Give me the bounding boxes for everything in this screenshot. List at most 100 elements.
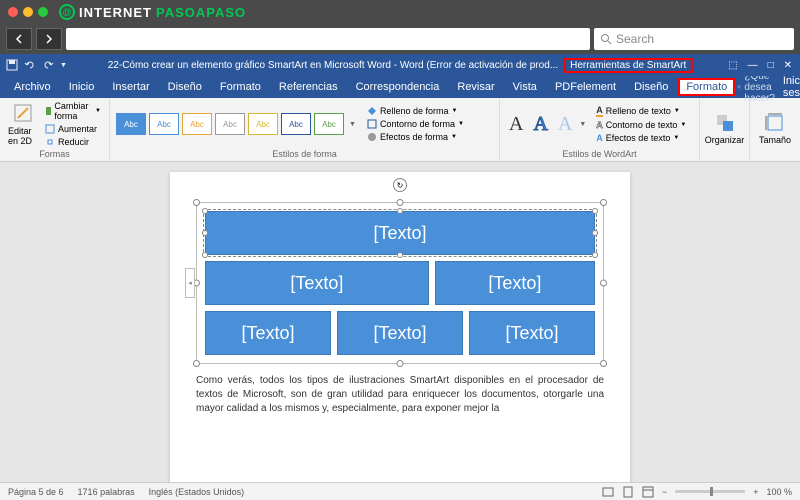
group-estilos-forma-label: Estilos de forma bbox=[116, 148, 493, 159]
shape-outline-button[interactable]: Contorno de forma▼ bbox=[365, 118, 466, 130]
tab-smartart-formato[interactable]: Formato bbox=[678, 78, 735, 96]
zoom-in[interactable]: + bbox=[753, 487, 758, 497]
edit-icon bbox=[12, 102, 34, 124]
tab-diseno[interactable]: Diseño bbox=[160, 78, 210, 96]
change-shape-button[interactable]: Cambiar forma▼ bbox=[43, 100, 103, 122]
shape-style-5[interactable]: Abc bbox=[248, 113, 278, 135]
logo-text-1: INTERNET bbox=[79, 5, 152, 20]
zoom-slider[interactable] bbox=[675, 490, 745, 493]
shape-style-4[interactable]: Abc bbox=[215, 113, 245, 135]
smartart-node-3[interactable]: [Texto] bbox=[435, 261, 595, 305]
shape-style-2[interactable]: Abc bbox=[149, 113, 179, 135]
tab-correspondencia[interactable]: Correspondencia bbox=[348, 78, 448, 96]
shape-style-3[interactable]: Abc bbox=[182, 113, 212, 135]
ribbon: Editar en 2D Cambiar forma▼ Aumentar Red… bbox=[0, 98, 800, 162]
forward-button[interactable] bbox=[36, 28, 62, 50]
arrange-button[interactable]: Organizar bbox=[703, 111, 747, 147]
text-outline-button[interactable]: AContorno de texto▼ bbox=[594, 119, 688, 131]
quick-access-toolbar: ▼ bbox=[0, 59, 73, 71]
print-layout-icon[interactable] bbox=[622, 486, 634, 498]
tab-insertar[interactable]: Insertar bbox=[104, 78, 157, 96]
wordart-style-1[interactable]: A bbox=[506, 113, 526, 136]
selection-handle[interactable] bbox=[397, 360, 404, 367]
arrange-icon bbox=[715, 113, 735, 133]
ribbon-options-icon[interactable]: ⬚ bbox=[728, 60, 737, 71]
smartart-node-2[interactable]: [Texto] bbox=[205, 261, 429, 305]
shape-style-6[interactable]: Abc bbox=[281, 113, 311, 135]
tab-smartart-diseno[interactable]: Diseño bbox=[626, 78, 676, 96]
wordart-style-3[interactable]: A bbox=[555, 113, 575, 136]
language-indicator[interactable]: Inglés (Estados Unidos) bbox=[149, 487, 245, 497]
wordart-more[interactable]: ▼ bbox=[579, 121, 586, 128]
search-placeholder: Search bbox=[616, 32, 654, 46]
sign-in-link[interactable]: Iniciar sesión bbox=[783, 75, 800, 99]
qat-dropdown-icon[interactable]: ▼ bbox=[60, 62, 67, 69]
minimize-icon[interactable]: — bbox=[748, 60, 758, 71]
document-paragraph[interactable]: Como verás, todos los tipos de ilustraci… bbox=[196, 374, 604, 416]
close-icon[interactable]: ✕ bbox=[784, 60, 792, 71]
smartart-node-4[interactable]: [Texto] bbox=[205, 311, 331, 355]
shape-fill-button[interactable]: Relleno de forma▼ bbox=[365, 105, 466, 117]
text-pane-toggle[interactable]: ◂ bbox=[185, 268, 195, 298]
tab-vista[interactable]: Vista bbox=[505, 78, 545, 96]
word-count[interactable]: 1716 palabras bbox=[78, 487, 135, 497]
undo-icon[interactable] bbox=[24, 59, 36, 71]
tab-inicio[interactable]: Inicio bbox=[61, 78, 103, 96]
contextual-tool-label: Herramientas de SmartArt bbox=[564, 58, 692, 73]
web-layout-icon[interactable] bbox=[642, 486, 654, 498]
rotate-handle[interactable]: ↻ bbox=[393, 178, 407, 192]
window-controls: ⬚ — □ ✕ bbox=[720, 60, 800, 71]
shape-effects-button[interactable]: Efectos de forma▼ bbox=[365, 131, 466, 143]
larger-button[interactable]: Aumentar bbox=[43, 123, 103, 135]
browser-titlebar: @ INTERNETPASOAPASO bbox=[0, 0, 800, 24]
shape-style-1[interactable]: Abc bbox=[116, 113, 146, 135]
shape-styles-more[interactable]: ▼ bbox=[347, 119, 358, 130]
page[interactable]: ↻ ◂ [Texto] bbox=[170, 172, 630, 492]
browser-nav: Search bbox=[0, 24, 800, 54]
traffic-light-minimize[interactable] bbox=[23, 7, 33, 17]
text-outline-icon: A bbox=[596, 120, 603, 130]
tab-formato[interactable]: Formato bbox=[212, 78, 269, 96]
text-fill-button[interactable]: ARelleno de texto▼ bbox=[594, 104, 688, 118]
smaller-button[interactable]: Reducir bbox=[43, 136, 103, 148]
change-shape-icon bbox=[45, 106, 51, 116]
tab-referencias[interactable]: Referencias bbox=[271, 78, 346, 96]
maximize-icon[interactable]: □ bbox=[768, 60, 774, 71]
smartart-node-1[interactable]: [Texto] bbox=[205, 211, 595, 255]
search-box[interactable]: Search bbox=[594, 28, 794, 50]
text-effects-button[interactable]: AEfectos de texto▼ bbox=[594, 132, 688, 144]
smartart-node-5[interactable]: [Texto] bbox=[337, 311, 463, 355]
tab-revisar[interactable]: Revisar bbox=[449, 78, 502, 96]
smartart-node-6[interactable]: [Texto] bbox=[469, 311, 595, 355]
read-mode-icon[interactable] bbox=[602, 486, 614, 498]
document-area: ↻ ◂ [Texto] bbox=[0, 162, 800, 492]
smaller-icon bbox=[45, 137, 55, 147]
save-icon[interactable] bbox=[6, 59, 18, 71]
larger-icon bbox=[45, 124, 55, 134]
tab-archivo[interactable]: Archivo bbox=[6, 78, 59, 96]
zoom-level[interactable]: 100 % bbox=[766, 487, 792, 497]
text-effects-icon: A bbox=[596, 133, 603, 143]
word-titlebar: ▼ 22-Cómo crear un elemento gráfico Smar… bbox=[0, 54, 800, 76]
wordart-style-2[interactable]: A bbox=[530, 113, 550, 136]
tab-pdfelement[interactable]: PDFelement bbox=[547, 78, 624, 96]
page-number[interactable]: Página 5 de 6 bbox=[8, 487, 64, 497]
size-button[interactable]: Tamaño bbox=[757, 111, 793, 147]
selection-handle[interactable] bbox=[397, 199, 404, 206]
selection-handle[interactable] bbox=[600, 360, 607, 367]
redo-icon[interactable] bbox=[42, 59, 54, 71]
zoom-out[interactable]: − bbox=[662, 487, 667, 497]
traffic-light-close[interactable] bbox=[8, 7, 18, 17]
smartart-graphic[interactable]: ◂ [Texto] [Texto] [Texto] [Texto] [Tex bbox=[196, 202, 604, 364]
selection-handle[interactable] bbox=[193, 199, 200, 206]
url-bar[interactable] bbox=[66, 28, 590, 50]
shape-style-7[interactable]: Abc bbox=[314, 113, 344, 135]
back-button[interactable] bbox=[6, 28, 32, 50]
traffic-light-maximize[interactable] bbox=[38, 7, 48, 17]
selection-handle[interactable] bbox=[600, 199, 607, 206]
edit-2d-button[interactable]: Editar en 2D bbox=[6, 100, 39, 148]
outline-icon bbox=[367, 119, 377, 129]
selection-handle[interactable] bbox=[600, 280, 607, 287]
selection-handle[interactable] bbox=[193, 360, 200, 367]
document-title: 22-Cómo crear un elemento gráfico SmartA… bbox=[108, 60, 558, 71]
